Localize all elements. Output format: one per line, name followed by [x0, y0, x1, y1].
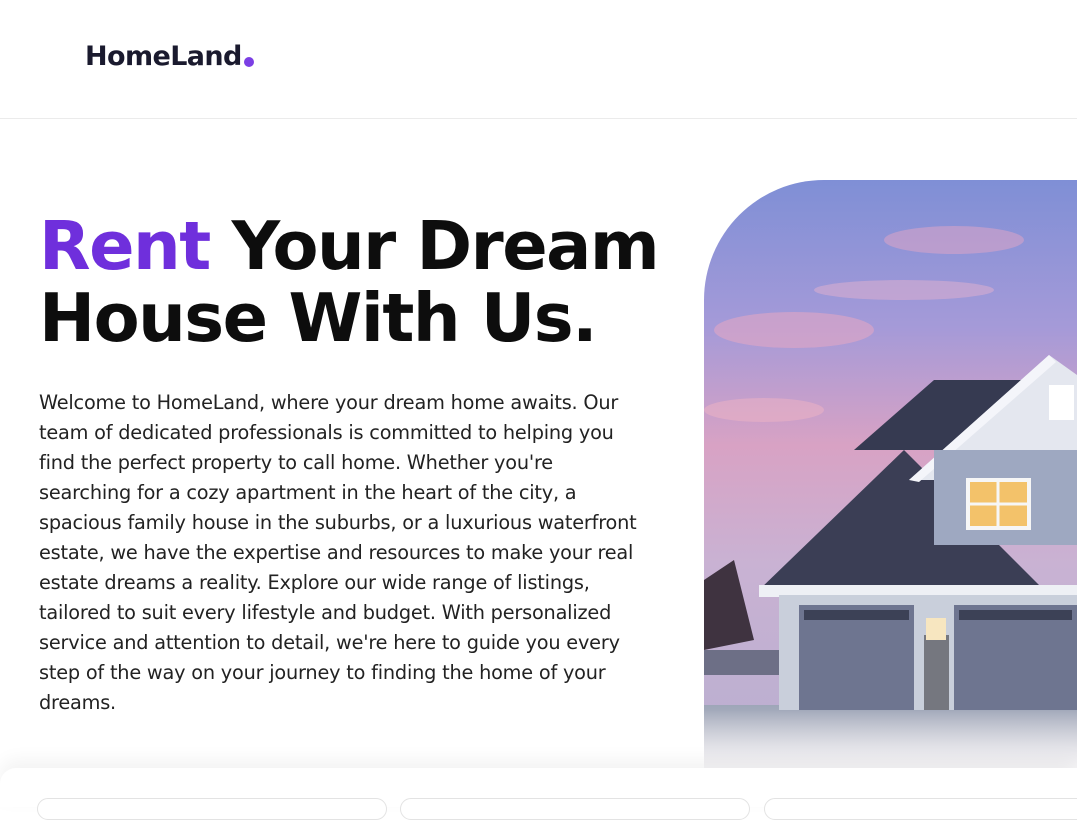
logo-dot-icon: [243, 57, 254, 67]
hero-title-line1: Your Dream: [209, 207, 660, 285]
hero-title: Rent Your Dream House With Us.: [39, 210, 699, 354]
logo-text: HomeLand: [85, 41, 242, 72]
homeland-logo[interactable]: HomeLand: [85, 41, 254, 72]
hero-title-line2: House With Us.: [39, 279, 598, 357]
search-card-3[interactable]: [764, 798, 1077, 820]
site-header: HomeLand: [0, 0, 1077, 119]
hero-title-accent: Rent: [39, 207, 211, 285]
hero-description: Welcome to HomeLand, where your dream ho…: [39, 391, 637, 714]
hero-house-image: [704, 180, 1077, 770]
search-card-1[interactable]: [37, 798, 387, 820]
search-card-2[interactable]: [400, 798, 750, 820]
